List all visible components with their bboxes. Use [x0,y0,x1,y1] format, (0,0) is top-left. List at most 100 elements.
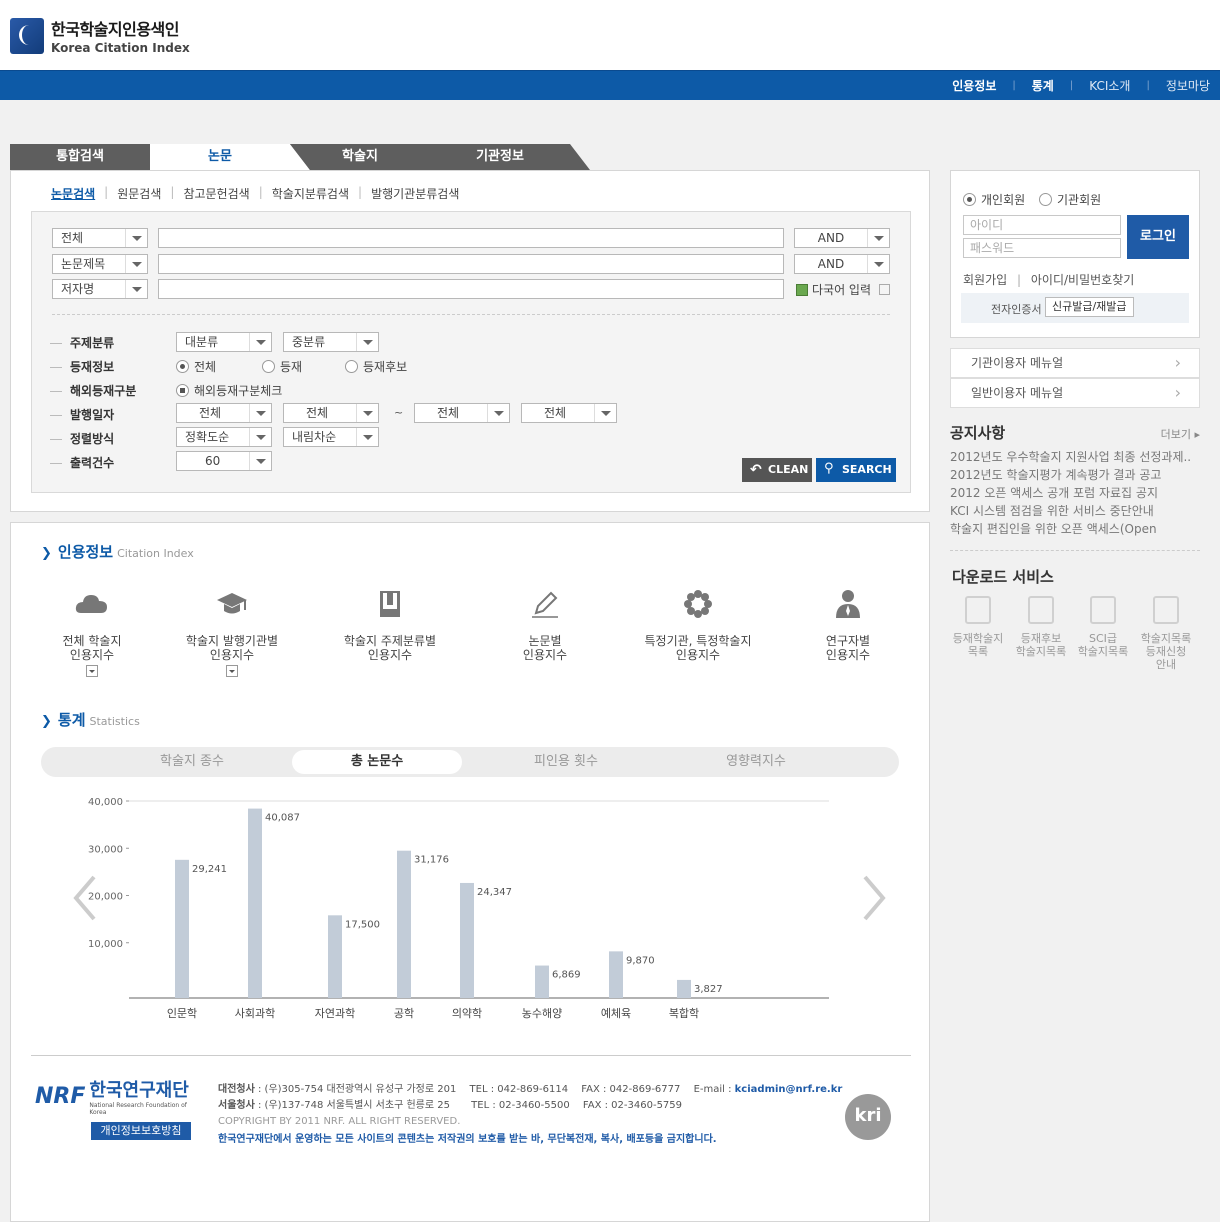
field-select-1[interactable]: 전체 [52,228,148,248]
multilang-input-button[interactable]: 다국어 입력 [796,281,890,298]
notice-item[interactable]: 2012 오픈 액세스 공개 포럼 자료집 공지 [950,484,1190,502]
operator-select-1[interactable]: AND [794,228,890,248]
subject-major-select[interactable]: 대분류 [176,332,272,352]
download-registered-journals[interactable]: 등재학술지 목록 [947,596,1009,658]
publish-radio-candidate[interactable]: 등재후보 [345,358,407,375]
certificate-issue-button[interactable]: 신규발급/재발급 [1045,297,1134,317]
papers-bar-chart: 10,000 20,000 30,000 40,000 29,241 인문학 40,087 사… [73,797,886,1020]
notice-item[interactable]: 학술지 편집인을 위한 오픈 액세스(Open [950,520,1190,538]
clean-button[interactable]: ↶ CLEAN [742,458,812,482]
sort-order-select[interactable]: 내림차순 [283,427,379,447]
download-application-guide[interactable]: 학술지목록 등재신청 안내 [1135,596,1197,671]
nav-info[interactable]: 정보마당 [1166,77,1210,94]
subject-minor-select[interactable]: 중분류 [283,332,379,352]
chevron-right-icon[interactable] [863,875,886,921]
privacy-policy-button[interactable]: 개인정보보호방침 [91,1122,191,1140]
download-sci-journals[interactable]: SCI급 학술지목록 [1072,596,1134,658]
publish-radio-registered[interactable]: 등재 [262,358,302,375]
y-tick-label: 10,000 [88,939,123,950]
id-input[interactable]: 아이디 [963,215,1121,235]
x-category-label: 인문학 [167,1007,197,1020]
bar-value-label: 9,870 [626,955,655,966]
bar-value-label: 17,500 [345,919,380,930]
login-button[interactable]: 로그인 [1127,215,1189,259]
publish-radio-all[interactable]: 전체 [176,358,216,375]
subtab-reference-search[interactable]: 참고문헌검색 [183,185,249,202]
top-nav: 인용정보 | 통계 | KCI소개 | 정보마당 [0,70,1220,100]
logo-english: Korea Citation Index [51,41,190,55]
member-type-institution[interactable]: 기관회원 [1039,191,1101,208]
bar-8[interactable] [677,979,691,998]
publish-label: 등재정보 [49,360,115,374]
field-select-2[interactable]: 논문제목 [52,254,148,274]
bar-value-label: 29,241 [192,864,227,875]
overseas-label: 해외등재구분 [49,384,137,398]
subtab-journal-class-search[interactable]: 학술지분류검색 [272,185,349,202]
subtab-paper-search[interactable]: 논문검색 [51,185,95,202]
nav-citation[interactable]: 인용정보 [952,77,996,94]
search-input-1[interactable] [158,228,784,248]
operator-select-2[interactable]: AND [794,254,890,274]
chevron-down-icon [249,333,271,351]
kci-logo[interactable]: 한국학술지인용색인 Korea Citation Index [10,16,190,55]
kri-logo[interactable]: kri [845,1094,891,1140]
cloud-icon [75,595,107,613]
logo-korean: 한국학술지인용색인 [51,20,179,39]
search-input-2[interactable] [158,254,784,274]
nrf-mark-icon: NRF [35,1083,86,1109]
member-type-personal[interactable]: 개인회원 [963,191,1025,208]
field-select-3[interactable]: 저자명 [52,279,148,299]
bar-4[interactable] [397,850,411,998]
notice-item[interactable]: KCI 시스템 점검을 위한 서비스 중단안내 [950,502,1190,520]
date-from-year[interactable]: 전체 [176,403,272,423]
download-candidate-journals[interactable]: 등재후보 학술지목록 [1010,596,1072,658]
bar-2[interactable] [248,808,262,998]
stats-chart: 10,000 20,000 30,000 40,000 29,241 인문학 40,087 사… [51,791,891,1031]
password-input[interactable]: 패스워드 [963,238,1121,258]
notice-item[interactable]: 2012년도 학술지평가 계속평가 결과 공고 [950,466,1190,484]
join-link[interactable]: 회원가입 [963,273,1007,287]
citation-by-researcher[interactable]: 연구자별 인용지수 [773,589,923,662]
search-tabs: 통합검색 논문 학술지 기관정보 [10,144,930,171]
stats-tab-citations[interactable]: 피인용 횟수 [481,750,651,774]
chevron-down-icon[interactable] [226,665,238,677]
overseas-checkbox[interactable]: 해외등재구분체크 [176,382,282,399]
stats-tab-papers[interactable]: 총 논문수 [292,750,462,774]
nrf-logo[interactable]: NRF 한국연구재단 National Research Foundation … [35,1076,195,1140]
date-label: 발행일자 [49,408,115,422]
nav-statistics[interactable]: 통계 [1032,77,1054,94]
find-account-link[interactable]: 아이디/비밀번호찾기 [1031,273,1134,287]
subtab-fulltext-search[interactable]: 원문검색 [117,185,161,202]
search-button[interactable]: ⚲ SEARCH [816,458,896,482]
email-link[interactable]: kciadmin@nrf.re.kr [735,1084,843,1095]
chevron-down-icon[interactable] [86,665,98,677]
citation-by-institution[interactable]: 특정기관, 특정학술지 인용지수 [623,589,773,662]
bar-1[interactable] [175,859,189,998]
citation-by-publisher[interactable]: 학술지 발행기관별 인용지수 [157,589,307,680]
flower-icon [684,590,712,618]
search-input-3[interactable] [158,279,784,299]
sort-relevance-select[interactable]: 정확도순 [176,427,272,447]
count-select[interactable]: 60 [176,451,272,471]
bar-3[interactable] [328,915,342,998]
notice-item[interactable]: 2012년도 우수학술지 지원사업 최종 선정과제... [950,448,1190,466]
institution-manual-link[interactable]: 기관이용자 메뉴얼 [950,348,1200,378]
date-to-month[interactable]: 전체 [521,403,617,423]
main-content: 통합검색 논문 학술지 기관정보 논문검색 | 원문검색 | 참고문헌검색 | 학술지… [10,144,930,1222]
citation-all-journals[interactable]: 전체 학술지 인용지수 [17,589,167,680]
bar-5[interactable] [460,882,474,998]
stats-tab-impact[interactable]: 영향력지수 [671,750,841,774]
citation-section-title: 인용정보Citation Index [41,541,194,562]
nav-about[interactable]: KCI소개 [1089,77,1130,94]
general-manual-link[interactable]: 일반이용자 메뉴얼 [950,378,1200,408]
citation-by-paper[interactable]: 논문별 인용지수 [470,589,620,662]
bar-7[interactable] [609,951,623,998]
citation-by-subject[interactable]: 학술지 주제분류별 인용지수 [315,589,465,662]
date-to-year[interactable]: 전체 [414,403,510,423]
bar-6[interactable] [535,965,549,998]
subtab-publisher-class-search[interactable]: 발행기관분류검색 [371,185,459,202]
notice-more-link[interactable]: 더보기 ▸ [1161,426,1200,442]
divider [950,550,1200,551]
date-from-month[interactable]: 전체 [283,403,379,423]
stats-tab-journals[interactable]: 학술지 종수 [107,750,277,774]
